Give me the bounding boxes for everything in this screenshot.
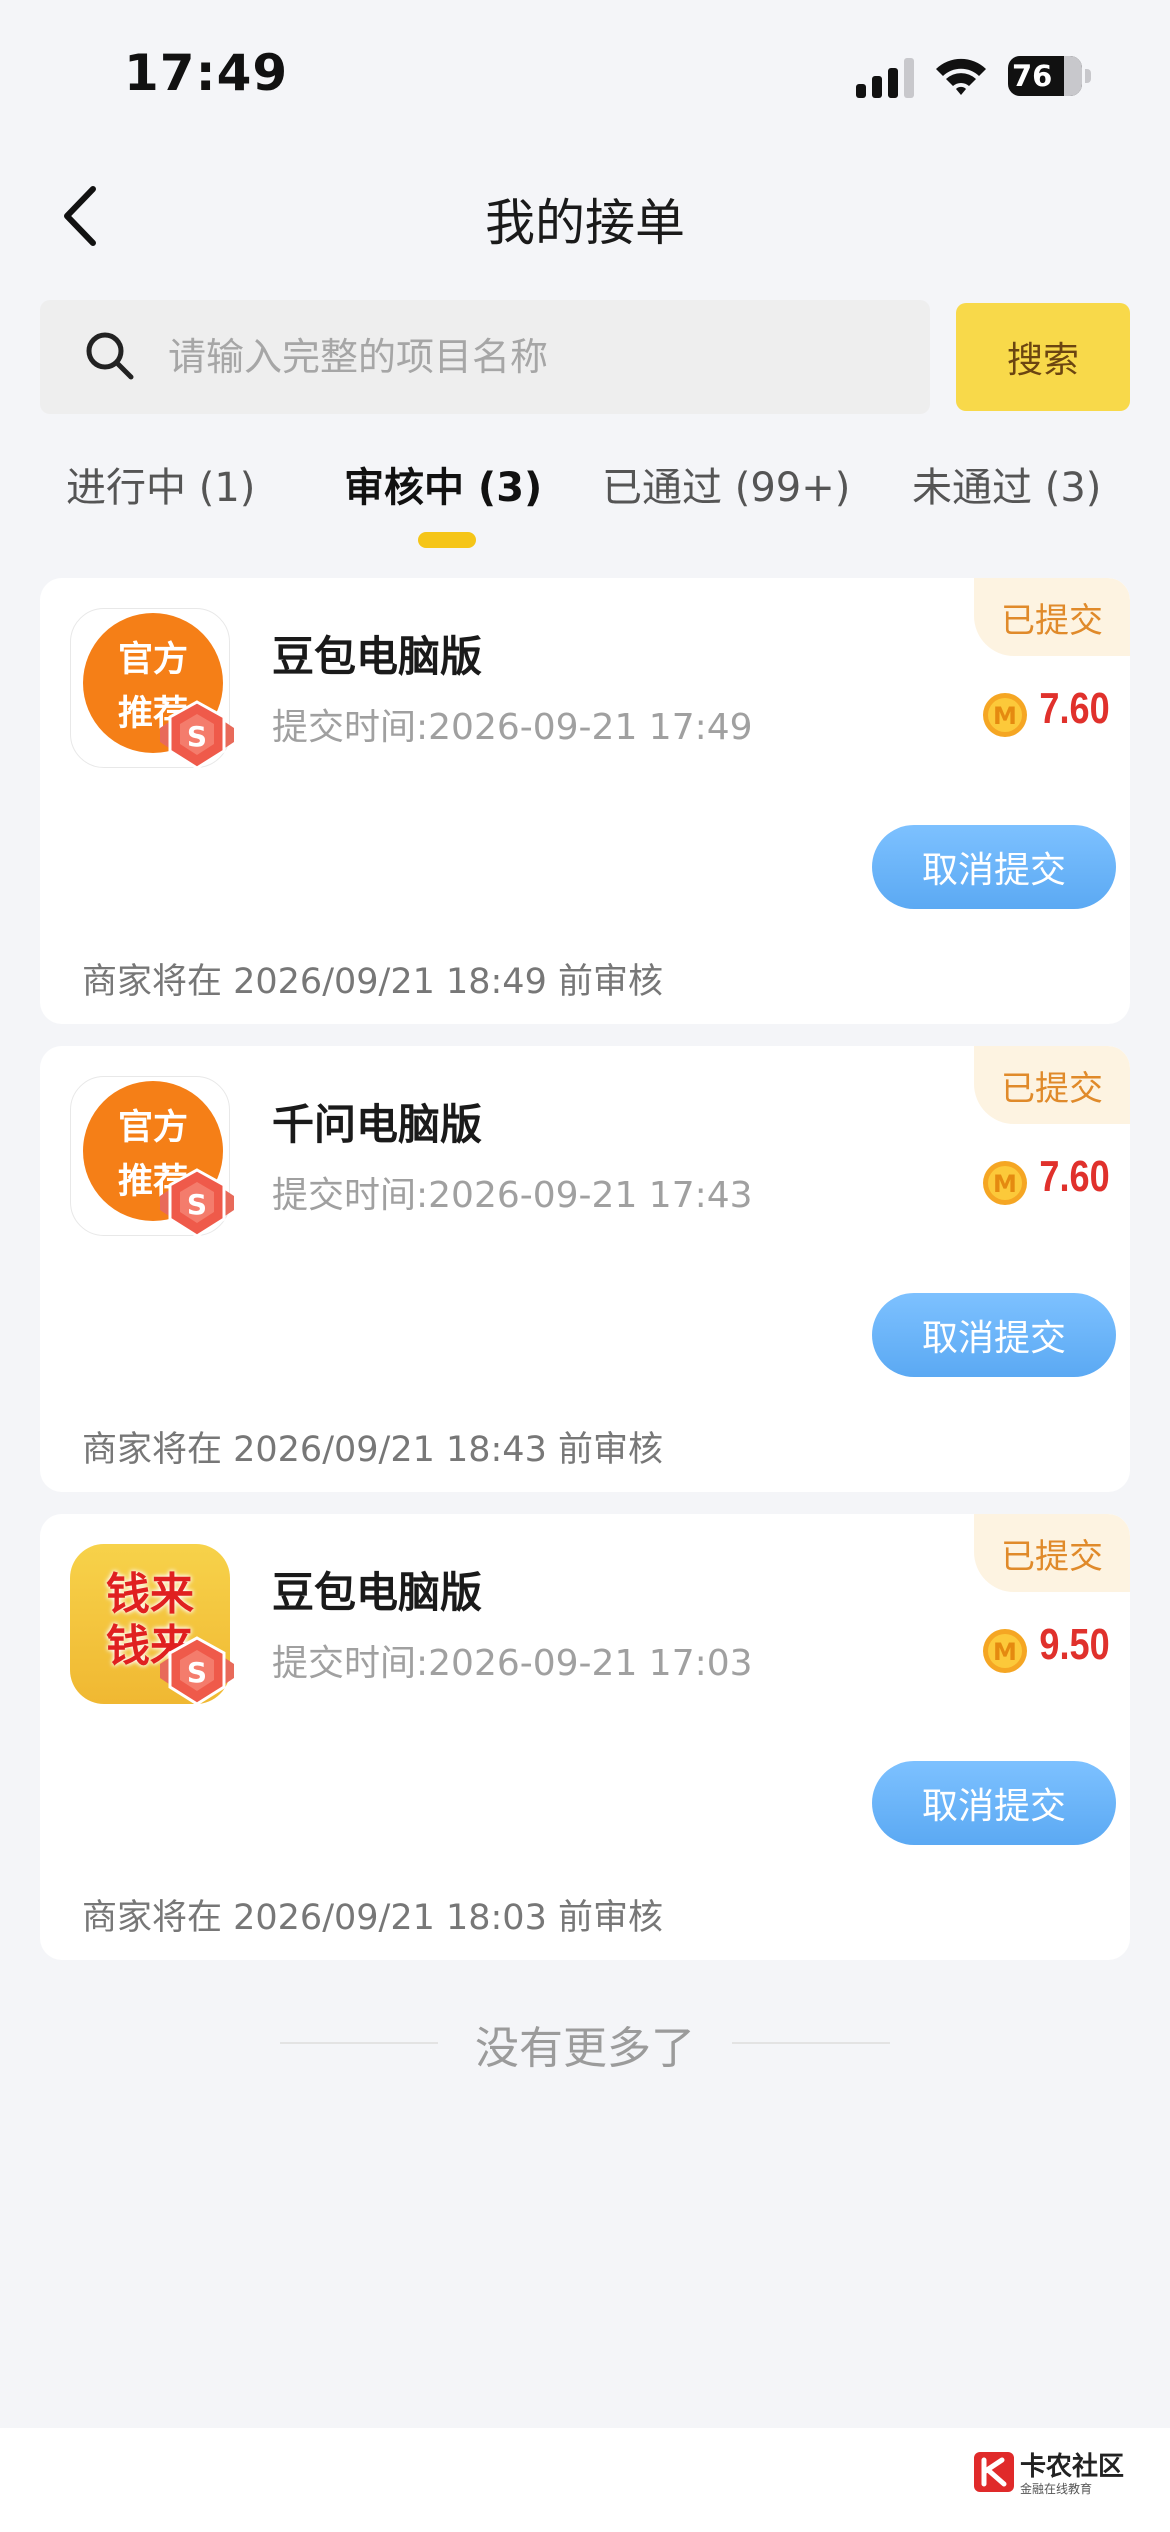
svg-text:M: M: [993, 1170, 1017, 1198]
s-rank-badge-icon: S: [160, 1168, 234, 1238]
svg-text:S: S: [187, 1188, 207, 1221]
coin-icon: M: [983, 693, 1027, 737]
svg-text:M: M: [993, 1638, 1017, 1666]
reward-amount: 7.60: [1039, 1152, 1110, 1201]
wifi-icon: [936, 58, 986, 95]
task-title: 千问电脑版: [272, 1100, 483, 1149]
coin-icon: M: [983, 1629, 1027, 1673]
order-card[interactable]: 已提交 钱来 钱来 S 豆包电脑版 提交时间:2026-09-21 17:03 …: [40, 1514, 1130, 1960]
status-time: 17:49: [124, 44, 289, 102]
watermark-logo-icon: [974, 2452, 1014, 2492]
battery-level: 76: [1012, 59, 1053, 93]
review-deadline: 商家将在 2026/09/21 18:43 前审核: [82, 1430, 663, 1470]
watermark-title: 卡农社区: [1020, 2452, 1125, 2482]
watermark: 卡农社区 金融在线教育: [972, 2446, 1125, 2506]
tab-approved[interactable]: 已通过 (99+): [602, 455, 850, 513]
status-badge: 已提交: [974, 578, 1130, 656]
list-end: 没有更多了: [0, 2012, 1170, 2074]
page-title: 我的接单: [485, 194, 685, 252]
submit-time: 提交时间:2026-09-21 17:49: [272, 707, 753, 748]
search-box[interactable]: [40, 300, 930, 414]
cancel-submission-button[interactable]: 取消提交: [872, 1761, 1116, 1845]
svg-text:M: M: [993, 702, 1017, 730]
submit-time: 提交时间:2026-09-21 17:43: [272, 1175, 753, 1216]
reward-amount: 9.50: [1039, 1620, 1110, 1669]
review-deadline: 商家将在 2026/09/21 18:49 前审核: [82, 962, 663, 1002]
cancel-submission-button[interactable]: 取消提交: [872, 825, 1116, 909]
tab-rejected[interactable]: 未通过 (3): [912, 455, 1101, 513]
active-tab-indicator: [418, 532, 476, 548]
s-rank-badge-icon: S: [160, 700, 234, 770]
order-card[interactable]: 已提交 官方 推荐 S 千问电脑版 提交时间:2026-09-21 17:43 …: [40, 1046, 1130, 1492]
tab-in-progress[interactable]: 进行中 (1): [66, 455, 255, 513]
watermark-subtitle: 金融在线教育: [1020, 2482, 1093, 2496]
search-icon: [86, 332, 134, 380]
tab-under-review[interactable]: 审核中 (3): [344, 455, 542, 513]
review-deadline: 商家将在 2026/09/21 18:03 前审核: [82, 1898, 663, 1938]
order-card[interactable]: 已提交 官方 推荐 S 豆包电脑版 提交时间:2026-09-21 17:49 …: [40, 578, 1130, 1024]
cellular-signal-icon: [856, 58, 914, 98]
reward-amount: 7.60: [1039, 684, 1110, 733]
task-title: 豆包电脑版: [272, 1568, 483, 1617]
coin-icon: M: [983, 1161, 1027, 1205]
status-bar: 17:49 76: [0, 0, 1170, 150]
status-badge: 已提交: [974, 1514, 1130, 1592]
divider: [732, 2042, 890, 2044]
search-input[interactable]: [168, 300, 908, 414]
svg-text:S: S: [187, 720, 207, 753]
s-rank-badge-icon: S: [160, 1636, 234, 1706]
submit-time: 提交时间:2026-09-21 17:03: [272, 1643, 753, 1684]
status-badge: 已提交: [974, 1046, 1130, 1124]
cancel-submission-button[interactable]: 取消提交: [872, 1293, 1116, 1377]
battery-icon: 76: [1008, 56, 1092, 96]
svg-text:S: S: [187, 1656, 207, 1689]
task-title: 豆包电脑版: [272, 632, 483, 681]
search-button[interactable]: 搜索: [956, 303, 1130, 411]
no-more-text: 没有更多了: [475, 2023, 695, 2074]
